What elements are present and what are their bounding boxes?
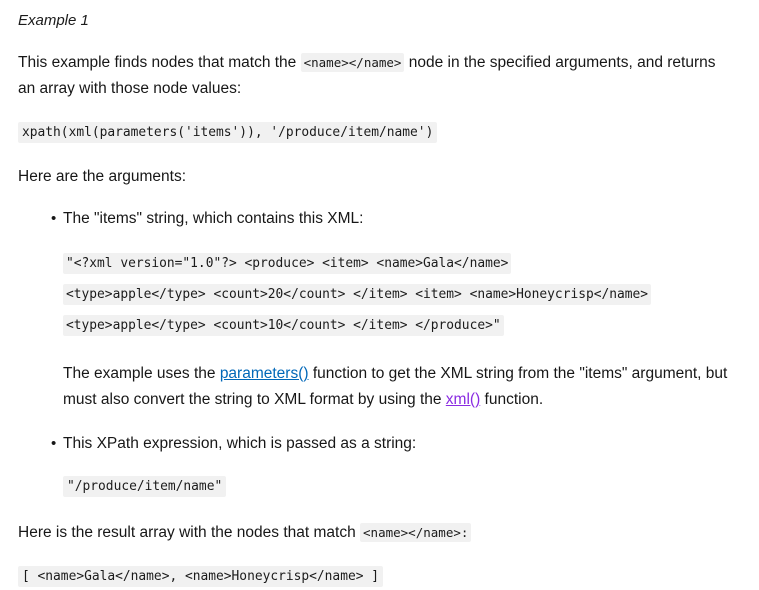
expression-code-block: xpath(xml(parameters('items')), '/produc… <box>18 120 737 146</box>
xml-code-sample: "<?xml version="1.0"?> <produce> <item> … <box>63 248 653 341</box>
result-paragraph: Here is the result array with the nodes … <box>18 520 737 546</box>
note-part-1: The example uses the <box>63 365 220 382</box>
xpath-code-text: "/produce/item/name" <box>63 476 227 497</box>
documentation-article: Example 1 This example finds nodes that … <box>0 0 759 590</box>
parameters-note: The example uses the parameters() functi… <box>63 361 733 413</box>
arguments-list: • The "items" string, which contains thi… <box>18 206 737 500</box>
list-item-label: The "items" string, which contains this … <box>63 210 364 227</box>
result-text-before: Here is the result array with the nodes … <box>18 524 361 541</box>
intro-paragraph: This example finds nodes that match the … <box>18 50 737 102</box>
list-item: • This XPath expression, which is passed… <box>51 431 737 500</box>
inline-code-name-node: <name></name> <box>300 53 405 72</box>
note-part-3: function. <box>480 391 544 408</box>
xml-function-link[interactable]: xml() <box>446 391 480 408</box>
bullet-marker: • <box>51 435 57 452</box>
bullet-marker: • <box>51 210 57 227</box>
section-heading: Example 1 <box>18 12 89 29</box>
result-array-code-text: [ <name>Gala</name>, <name>Honeycrisp</n… <box>18 566 383 587</box>
expression-code-text: xpath(xml(parameters('items')), '/produc… <box>18 122 438 143</box>
xpath-code-sample: "/produce/item/name" <box>63 473 737 500</box>
intro-text-before: This example finds nodes that match the <box>18 54 301 71</box>
xml-code-text: "<?xml version="1.0"?> <produce> <item> … <box>63 253 652 336</box>
parameters-function-link[interactable]: parameters() <box>220 365 309 382</box>
arguments-label: Here are the arguments: <box>18 168 187 185</box>
result-array-code-block: [ <name>Gala</name>, <name>Honeycrisp</n… <box>18 564 737 590</box>
list-item-label: This XPath expression, which is passed a… <box>63 435 417 452</box>
list-item: • The "items" string, which contains thi… <box>51 206 737 413</box>
inline-code-result-name-node: <name></name>: <box>360 523 472 542</box>
